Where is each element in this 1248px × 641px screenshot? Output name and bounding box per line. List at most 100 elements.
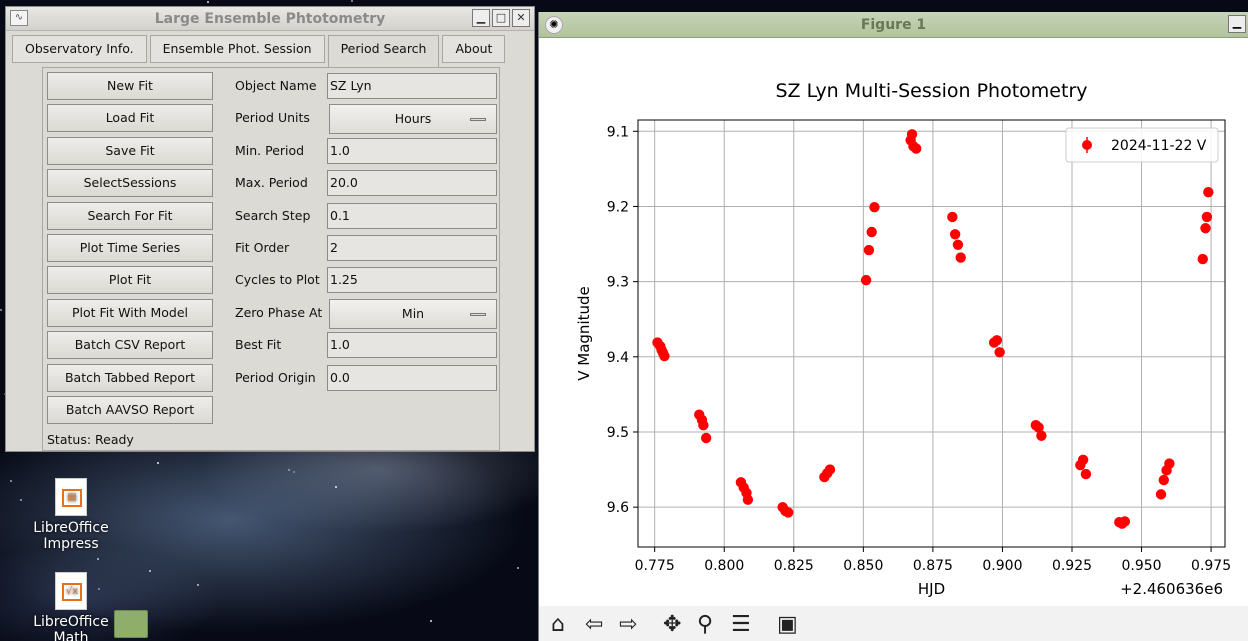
figure-titlebar[interactable]: ✺ Figure 1 ▁ bbox=[539, 12, 1248, 38]
star bbox=[97, 558, 99, 560]
y-tick-label: 9.5 bbox=[607, 425, 629, 441]
x-tick-label: 0.950 bbox=[1121, 558, 1161, 574]
legend-label: 2024-11-22 V bbox=[1111, 138, 1207, 154]
star bbox=[197, 584, 199, 586]
data-point bbox=[1200, 223, 1211, 234]
search-step-field[interactable]: 0.1 bbox=[327, 202, 497, 229]
pan-icon[interactable]: ✥ bbox=[663, 612, 681, 638]
forward-arrow-icon[interactable]: ⇨ bbox=[619, 612, 637, 638]
data-point bbox=[991, 335, 1003, 346]
y-tick-label: 9.3 bbox=[607, 275, 629, 291]
data-point bbox=[866, 226, 877, 238]
batch-csv-report-button[interactable]: Batch CSV Report bbox=[47, 331, 213, 360]
fit-order-field[interactable]: 2 bbox=[327, 235, 497, 261]
data-point bbox=[1080, 468, 1092, 480]
impress-desktop-icon[interactable]: ▤ LibreOffice Impress bbox=[26, 478, 116, 552]
save-icon[interactable]: ▣ bbox=[777, 612, 798, 638]
new-fit-button[interactable]: New Fit bbox=[47, 72, 213, 100]
plot-fit-button[interactable]: Plot Fit bbox=[47, 266, 213, 295]
tab-observatory-info[interactable]: Observatory Info. bbox=[12, 35, 147, 63]
figure-window: ✺ Figure 1 ▁ SZ Lyn Multi-Session Photom… bbox=[538, 12, 1248, 641]
data-point bbox=[906, 129, 918, 140]
best-fit-field[interactable]: 1.0 bbox=[327, 332, 497, 359]
impress-icon: ▤ bbox=[55, 478, 87, 516]
close-icon[interactable]: ✕ bbox=[512, 9, 530, 27]
x-tick-label: 0.975 bbox=[1191, 558, 1231, 574]
tab-ensemble-phot-session[interactable]: Ensemble Phot. Session bbox=[149, 35, 325, 63]
folder-icon[interactable] bbox=[114, 610, 148, 638]
label-best-fit: Best Fit bbox=[235, 337, 282, 353]
star bbox=[157, 462, 159, 464]
x-tick-label: 0.925 bbox=[1052, 558, 1092, 574]
tab-about[interactable]: About bbox=[442, 35, 506, 63]
plot-fit-with-model-button[interactable]: Plot Fit With Model bbox=[47, 298, 213, 327]
x-tick-label: 0.825 bbox=[774, 558, 814, 574]
x-tick-label: 0.850 bbox=[843, 558, 883, 574]
batch-tabbed-report-button[interactable]: Batch Tabbed Report bbox=[47, 363, 213, 392]
data-point bbox=[783, 507, 794, 518]
period-origin-field[interactable]: 0.0 bbox=[327, 364, 497, 391]
star bbox=[149, 570, 151, 572]
data-point bbox=[1164, 458, 1175, 469]
x-tick-label: 0.900 bbox=[982, 558, 1022, 574]
data-point bbox=[1197, 253, 1208, 265]
minimize-icon[interactable]: ▁ bbox=[1228, 15, 1246, 33]
window-title: Large Ensemble Phtotometry bbox=[154, 11, 386, 27]
chart-title: SZ Lyn Multi-Session Photometry bbox=[775, 80, 1087, 102]
label-object-name: Object Name bbox=[235, 78, 317, 93]
selectsessions-button[interactable]: SelectSessions bbox=[47, 169, 213, 198]
dropdown-indicator-icon bbox=[470, 118, 486, 122]
data-point bbox=[1077, 454, 1089, 465]
data-point bbox=[742, 494, 754, 505]
label-period-origin: Period Origin bbox=[235, 369, 316, 385]
batch-aavso-report-button[interactable]: Batch AAVSO Report bbox=[47, 396, 213, 424]
y-axis-label: V Magnitude bbox=[575, 286, 593, 381]
x-tick-label: 0.800 bbox=[704, 558, 744, 574]
data-point bbox=[947, 211, 958, 223]
chart-canvas: SZ Lyn Multi-Session Photometry 0.775 0.80… bbox=[575, 80, 1231, 598]
data-point bbox=[824, 464, 836, 475]
cycles-to-plot-field[interactable]: 1.25 bbox=[327, 267, 497, 294]
minimize-icon[interactable]: ▁ bbox=[472, 9, 490, 27]
home-icon[interactable]: ⌂ bbox=[551, 612, 565, 638]
star bbox=[20, 499, 22, 501]
search-for-fit-button[interactable]: Search For Fit bbox=[47, 201, 213, 230]
label-period-units: Period Units bbox=[235, 110, 310, 126]
math-desktop-icon[interactable]: √x LibreOffice Math bbox=[26, 572, 116, 641]
period-search-panel: Status: Ready New Fit Load Fit Save Fit Sel… bbox=[42, 67, 500, 451]
zero-phase-at-dropdown[interactable]: Min bbox=[329, 298, 497, 329]
object-name-field[interactable]: SZ Lyn bbox=[327, 73, 497, 99]
x-tick-label: 0.775 bbox=[635, 558, 675, 574]
zero-phase-at-value: Min bbox=[401, 305, 425, 321]
data-point bbox=[955, 252, 966, 263]
load-fit-button[interactable]: Load Fit bbox=[47, 104, 213, 133]
zoom-icon[interactable]: ⚲ bbox=[697, 612, 713, 638]
max-period-field[interactable]: 20.0 bbox=[327, 170, 497, 197]
back-arrow-icon[interactable]: ⇦ bbox=[585, 612, 603, 638]
star bbox=[335, 486, 337, 488]
data-point bbox=[700, 432, 712, 444]
data-point bbox=[910, 143, 922, 154]
star bbox=[288, 469, 290, 471]
configure-subplots-icon[interactable]: ☰ bbox=[731, 612, 751, 638]
label-zero-phase-at: Zero Phase At bbox=[235, 304, 323, 320]
icon-label-line2: Impress bbox=[43, 536, 99, 552]
data-point bbox=[869, 202, 880, 213]
star bbox=[351, 0, 353, 2]
period-units-dropdown[interactable]: Hours bbox=[329, 104, 497, 135]
icon-label-line2: Math bbox=[53, 630, 89, 641]
label-min-period: Min. Period bbox=[235, 142, 305, 158]
data-point bbox=[952, 239, 964, 250]
tab-period-search[interactable]: Period Search bbox=[327, 35, 440, 67]
plot-time-series-button[interactable]: Plot Time Series bbox=[47, 234, 213, 262]
window-titlebar[interactable]: ∿ Large Ensemble Phtotometry ▁ □ ✕ bbox=[6, 7, 534, 31]
data-point bbox=[698, 420, 709, 431]
data-point bbox=[659, 350, 670, 362]
data-point bbox=[1155, 489, 1167, 500]
icon-label-line1: LibreOffice bbox=[33, 614, 109, 630]
save-fit-button[interactable]: Save Fit bbox=[47, 136, 213, 165]
min-period-field[interactable]: 1.0 bbox=[327, 137, 497, 164]
maximize-icon[interactable]: □ bbox=[492, 9, 510, 27]
data-point bbox=[1158, 474, 1169, 486]
status-text: Status: Ready bbox=[47, 432, 134, 447]
